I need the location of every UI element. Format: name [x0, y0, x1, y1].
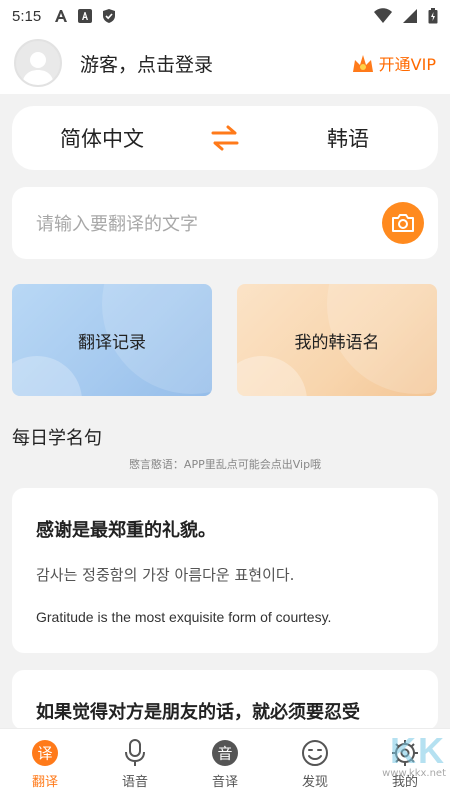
- tab-label: 我的: [391, 775, 418, 790]
- input-placeholder: 请输入要翻译的文字: [36, 214, 198, 235]
- swap-language-button[interactable]: [205, 118, 245, 158]
- status-time: 5:15: [12, 7, 42, 25]
- translate-icon: 译: [31, 739, 59, 767]
- tab-label: 翻译: [31, 775, 58, 790]
- signal-icon: [403, 9, 417, 23]
- swap-arrows-icon: [211, 125, 239, 151]
- tab-transliteration[interactable]: 音 音译: [180, 729, 270, 790]
- avatar[interactable]: [14, 39, 62, 87]
- crown-fire-icon: [352, 55, 373, 72]
- tab-label: 音译: [211, 775, 238, 790]
- quote-korean: 감사는 정중함의 가장 아름다운 표현이다.: [36, 566, 295, 584]
- tab-mine[interactable]: 我的: [360, 729, 450, 790]
- tab-voice[interactable]: 语音: [90, 729, 180, 790]
- svg-text:音: 音: [217, 745, 232, 763]
- microphone-icon: [121, 739, 149, 767]
- quote-card[interactable]: 感谢是最郑重的礼貌。 감사는 정중함의 가장 아름다운 표현이다. Gratit…: [12, 488, 438, 653]
- quote-card[interactable]: 如果觉得对方是朋友的话，就必须要忍受: [12, 670, 438, 730]
- battery-icon: [428, 8, 438, 24]
- tab-label: 发现: [301, 775, 328, 790]
- korean-name-card[interactable]: 我的韩语名: [237, 284, 437, 396]
- card-decoration: [12, 356, 82, 396]
- quote-chinese: 感谢是最郑重的礼貌。: [36, 520, 216, 541]
- daily-quotes-title: 每日学名句: [12, 428, 102, 449]
- translation-history-card[interactable]: 翻译记录: [12, 284, 212, 396]
- source-language[interactable]: 简体中文: [12, 123, 192, 153]
- text-a-icon: [55, 10, 68, 22]
- translate-input[interactable]: 请输入要翻译的文字: [12, 187, 438, 259]
- a-box-icon: [78, 9, 93, 23]
- wifi-icon: [374, 8, 392, 23]
- tab-label: 语音: [121, 775, 148, 790]
- status-icons: [374, 8, 438, 24]
- card-decoration: [237, 356, 307, 396]
- quote-chinese: 如果觉得对方是朋友的话，就必须要忍受: [36, 702, 360, 723]
- tab-discover[interactable]: 发现: [270, 729, 360, 790]
- discover-icon: [301, 739, 329, 767]
- tab-translate[interactable]: 译 翻译: [0, 729, 90, 790]
- default-user-icon: [22, 52, 54, 85]
- status-bar: 5:15: [0, 0, 450, 32]
- language-bar: 简体中文 韩语: [12, 106, 438, 170]
- camera-button[interactable]: [382, 202, 424, 244]
- login-prompt[interactable]: 游客，点击登录: [80, 50, 213, 77]
- header: 游客，点击登录 开通VIP: [0, 32, 450, 94]
- camera-icon: [392, 214, 414, 232]
- vip-label: 开通VIP: [378, 55, 436, 74]
- target-language[interactable]: 韩语: [258, 123, 438, 153]
- shield-icon: [103, 9, 116, 23]
- daily-quotes-note: 愍言憨语：APP里乱点可能会点出Vip哦: [128, 458, 322, 471]
- bottom-tab-bar: 译 翻译 语音 音 音译 发现 我的: [0, 728, 450, 800]
- quote-english: Gratitude is the most exquisite form of …: [36, 609, 332, 625]
- card-label: 我的韩语名: [294, 332, 380, 353]
- svg-text:译: 译: [37, 745, 52, 763]
- transliteration-icon: 音: [211, 739, 239, 767]
- vip-button[interactable]: 开通VIP: [351, 51, 436, 75]
- profile-gear-icon: [391, 739, 419, 767]
- card-label: 翻译记录: [78, 332, 146, 353]
